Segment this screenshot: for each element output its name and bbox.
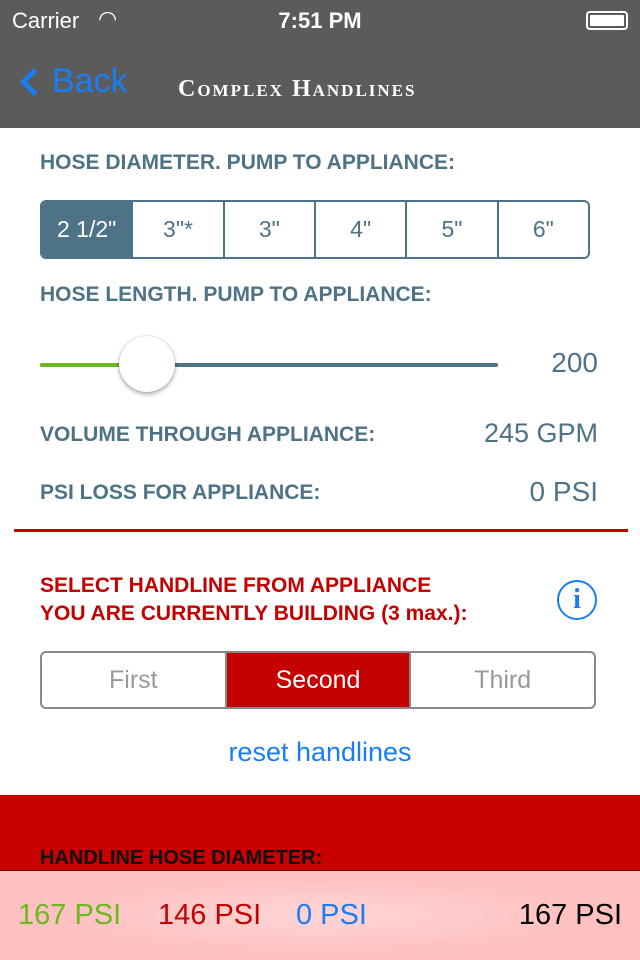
hose-diameter-label: HOSE DIAMETER. PUMP TO APPLIANCE: xyxy=(40,151,455,174)
diameter-option[interactable]: 5" xyxy=(405,202,496,257)
total-psi: 167 PSI xyxy=(518,899,622,931)
diameter-option[interactable]: 2 1/2" xyxy=(42,202,132,257)
first-handline-psi: 167 PSI xyxy=(18,899,122,931)
chevron-left-icon xyxy=(19,67,49,96)
handline-section-header: HANDLINE HOSE DIAMETER: xyxy=(0,795,640,871)
back-label: Back xyxy=(52,62,128,100)
diameter-option[interactable]: 6" xyxy=(496,202,588,257)
third-handline-psi: 0 PSI xyxy=(296,899,367,931)
diameter-option[interactable]: 3" xyxy=(222,202,314,257)
second-handline-psi: 146 PSI xyxy=(158,899,262,931)
handline-hose-diameter-label: HANDLINE HOSE DIAMETER: xyxy=(40,847,323,869)
hose-length-slider[interactable] xyxy=(40,363,498,367)
navigation-bar: Back Complex Handlines xyxy=(0,40,640,128)
label-line: YOU ARE CURRENTLY BUILDING (3 max.): xyxy=(40,602,468,625)
diameter-option[interactable]: 3"* xyxy=(131,202,222,257)
diameter-option[interactable]: 4" xyxy=(313,202,405,257)
psi-loss-label: PSI LOSS FOR APPLIANCE: xyxy=(40,481,321,504)
hose-diameter-selector: 2 1/2" 3"* 3" 4" 5" 6" xyxy=(40,200,590,259)
volume-value: 245 GPM xyxy=(483,418,598,448)
divider xyxy=(14,529,628,532)
handline-select-label: SELECT HANDLINE FROM APPLIANCE YOU ARE C… xyxy=(40,572,467,628)
slider-thumb[interactable] xyxy=(119,336,176,392)
handline-selector: First Second Third xyxy=(40,651,596,709)
status-bar: Carrier ◠ 7:51 PM xyxy=(0,0,640,40)
handline-option-third[interactable]: Third xyxy=(409,653,594,707)
psi-summary-bar: 167 PSI 146 PSI 0 PSI 167 PSI xyxy=(0,871,640,960)
psi-loss-value: 0 PSI xyxy=(529,476,598,507)
info-icon[interactable]: i xyxy=(557,580,597,620)
reset-handlines-button[interactable]: reset handlines xyxy=(0,737,640,768)
page-title: Complex Handlines xyxy=(178,76,417,102)
handline-option-second[interactable]: Second xyxy=(224,653,410,707)
hose-length-value: 200 xyxy=(551,347,598,378)
volume-label: VOLUME THROUGH APPLIANCE: xyxy=(40,423,376,446)
label-line: SELECT HANDLINE FROM APPLIANCE xyxy=(40,574,432,597)
battery-icon xyxy=(586,11,628,30)
status-time: 7:51 PM xyxy=(278,8,362,33)
back-button[interactable]: Back xyxy=(16,62,128,101)
hose-length-label: HOSE LENGTH. PUMP TO APPLIANCE: xyxy=(40,283,432,306)
handline-option-first[interactable]: First xyxy=(42,653,225,707)
